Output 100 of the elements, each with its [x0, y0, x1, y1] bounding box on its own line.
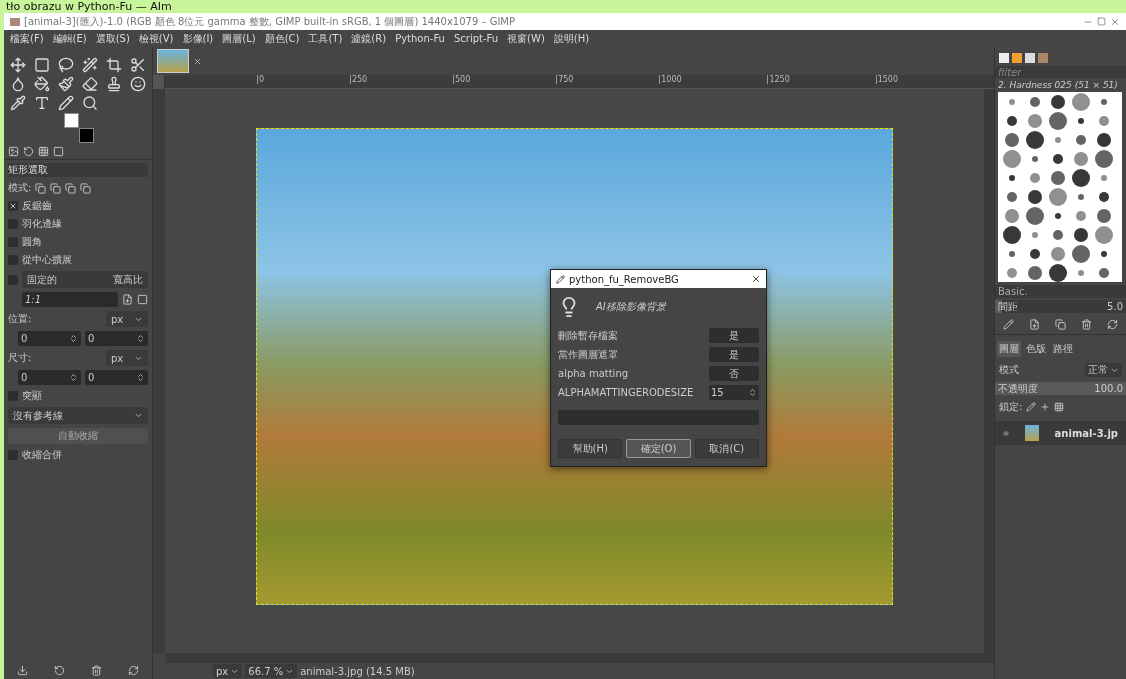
number-field[interactable]: 0: [18, 370, 81, 385]
image-tab-thumbnail[interactable]: [157, 49, 189, 73]
spinner-arrows-icon[interactable]: [136, 334, 145, 343]
zoom-dropdown[interactable]: 66.7 %: [245, 664, 298, 678]
dock-tab[interactable]: 圖層: [997, 341, 1021, 357]
restore-icon[interactable]: [54, 664, 65, 676]
reset-icon[interactable]: [128, 664, 139, 676]
scissors-icon[interactable]: [130, 57, 146, 73]
number-field[interactable]: 0: [85, 370, 148, 385]
vertical-scrollbar[interactable]: [984, 89, 994, 653]
menu-item[interactable]: 圖層(L): [222, 31, 256, 46]
undo-icon[interactable]: [23, 146, 34, 157]
edit-icon[interactable]: [1002, 319, 1014, 330]
drop-icon[interactable]: [10, 76, 26, 92]
menu-item[interactable]: Script-Fu: [453, 33, 499, 44]
page-icon[interactable]: [122, 294, 133, 305]
menu-item[interactable]: 顏色(C): [264, 31, 300, 46]
delete-icon[interactable]: [1081, 319, 1093, 330]
brush-grid-drawing[interactable]: [998, 92, 1122, 282]
spin-field[interactable]: 15: [709, 385, 759, 400]
checkbox[interactable]: [8, 201, 18, 211]
fixed-dropdown[interactable]: 固定的 寬高比: [22, 271, 148, 288]
auto-shrink-button[interactable]: 自動收縮: [8, 428, 148, 444]
unit-dropdown[interactable]: px: [106, 311, 148, 327]
pencil-icon[interactable]: [1026, 402, 1037, 412]
mode-dropdown[interactable]: 正常: [1085, 363, 1122, 377]
menu-item[interactable]: 檔案(F): [10, 31, 44, 46]
number-field[interactable]: 0: [18, 331, 81, 346]
refresh-icon[interactable]: [1107, 319, 1119, 330]
field-label: 位置:: [8, 312, 32, 326]
value-toggle[interactable]: 否: [709, 366, 759, 381]
mode-icon[interactable]: [65, 182, 77, 194]
param-label: ALPHAMATTINGERODESIZE: [558, 387, 694, 398]
caret-icon[interactable]: [134, 411, 143, 420]
brush-name: 2. Hardness 025 (51 × 51): [997, 79, 1119, 92]
number-field[interactable]: 0: [85, 331, 148, 346]
unit-dropdown[interactable]: px: [106, 350, 148, 366]
opacity-slider[interactable]: 不透明度 100.0: [995, 382, 1126, 395]
save-icon[interactable]: [17, 664, 28, 676]
background-color-swatch[interactable]: [79, 128, 94, 143]
option-label: 突顯: [22, 389, 42, 403]
menu-item[interactable]: 濾鏡(R): [351, 31, 387, 46]
menu-item[interactable]: Python-Fu: [395, 33, 445, 44]
pipette-icon[interactable]: [10, 95, 26, 111]
mode-icon[interactable]: [50, 182, 62, 194]
new-icon[interactable]: [1028, 319, 1040, 330]
unit-dropdown[interactable]: px: [213, 664, 243, 678]
close-icon[interactable]: [193, 56, 202, 66]
close-icon[interactable]: [751, 274, 761, 284]
delete-icon[interactable]: [91, 664, 102, 676]
menu-item[interactable]: 檢視(V): [138, 31, 174, 46]
spinner-arrows-icon[interactable]: [136, 373, 145, 382]
dock-tab[interactable]: 路徑: [1051, 341, 1075, 357]
crop-icon[interactable]: [106, 57, 122, 73]
rectangle-select-icon[interactable]: [34, 57, 50, 73]
spinner-arrows-icon[interactable]: [748, 388, 757, 397]
image-icon[interactable]: [8, 146, 19, 157]
ruler-label: 0: [257, 75, 265, 84]
bucket-icon[interactable]: [34, 76, 50, 92]
smudge-icon[interactable]: [130, 76, 146, 92]
spinner-arrows-icon[interactable]: [69, 373, 78, 382]
ruler-label: 1000: [659, 75, 682, 84]
guides-dropdown[interactable]: 沒有參考線: [8, 407, 148, 424]
mode-icon[interactable]: [35, 182, 47, 194]
dialog-button[interactable]: 幫助(H): [558, 439, 623, 458]
value-toggle[interactable]: 是: [709, 328, 759, 343]
option-label: 羽化邊緣: [22, 217, 62, 231]
option-label: 收縮合併: [22, 448, 62, 462]
foreground-color-swatch[interactable]: [64, 113, 79, 128]
grid-icon[interactable]: [38, 146, 49, 157]
dialog-title: python_fu_RemoveBG: [569, 273, 680, 285]
menu-item[interactable]: 編輯(E): [52, 31, 87, 46]
menu-item[interactable]: 說明(H): [553, 31, 590, 46]
text-tool-icon[interactable]: [34, 95, 50, 111]
eraser-icon[interactable]: [82, 76, 98, 92]
checker-icon[interactable]: [1054, 402, 1065, 412]
value-toggle[interactable]: 是: [709, 347, 759, 362]
menu-item[interactable]: 工具(T): [308, 31, 343, 46]
dock-tab[interactable]: 色版: [1024, 341, 1048, 357]
stamp-icon[interactable]: [106, 76, 122, 92]
menu-item[interactable]: 選取(S): [95, 31, 130, 46]
dialog-button[interactable]: 取消(C): [694, 439, 759, 458]
option-label: 從中心擴展: [22, 253, 72, 267]
brush-icon[interactable]: [58, 76, 74, 92]
menu-item[interactable]: 視窗(W): [507, 31, 545, 46]
dialog-button[interactable]: 確定(O): [626, 439, 691, 458]
wand-icon[interactable]: [82, 57, 98, 73]
spacing-slider[interactable]: 間距 5.0: [995, 300, 1126, 313]
ruler-label: 500: [453, 75, 471, 84]
spinner-arrows-icon[interactable]: [69, 334, 78, 343]
ratio-field[interactable]: 1:1: [22, 292, 118, 307]
duplicate-icon[interactable]: [1054, 319, 1066, 330]
zoom-icon[interactable]: [82, 95, 98, 111]
ruler-label: 750: [556, 75, 574, 84]
lasso-icon[interactable]: [58, 57, 74, 73]
mode-icon[interactable]: [80, 182, 92, 194]
filter-field[interactable]: filter: [995, 66, 1126, 78]
dialog-heading: AI移除影像背景: [596, 300, 666, 314]
pencil-icon[interactable]: [58, 95, 74, 111]
menu-item[interactable]: 影像(I): [182, 31, 214, 46]
